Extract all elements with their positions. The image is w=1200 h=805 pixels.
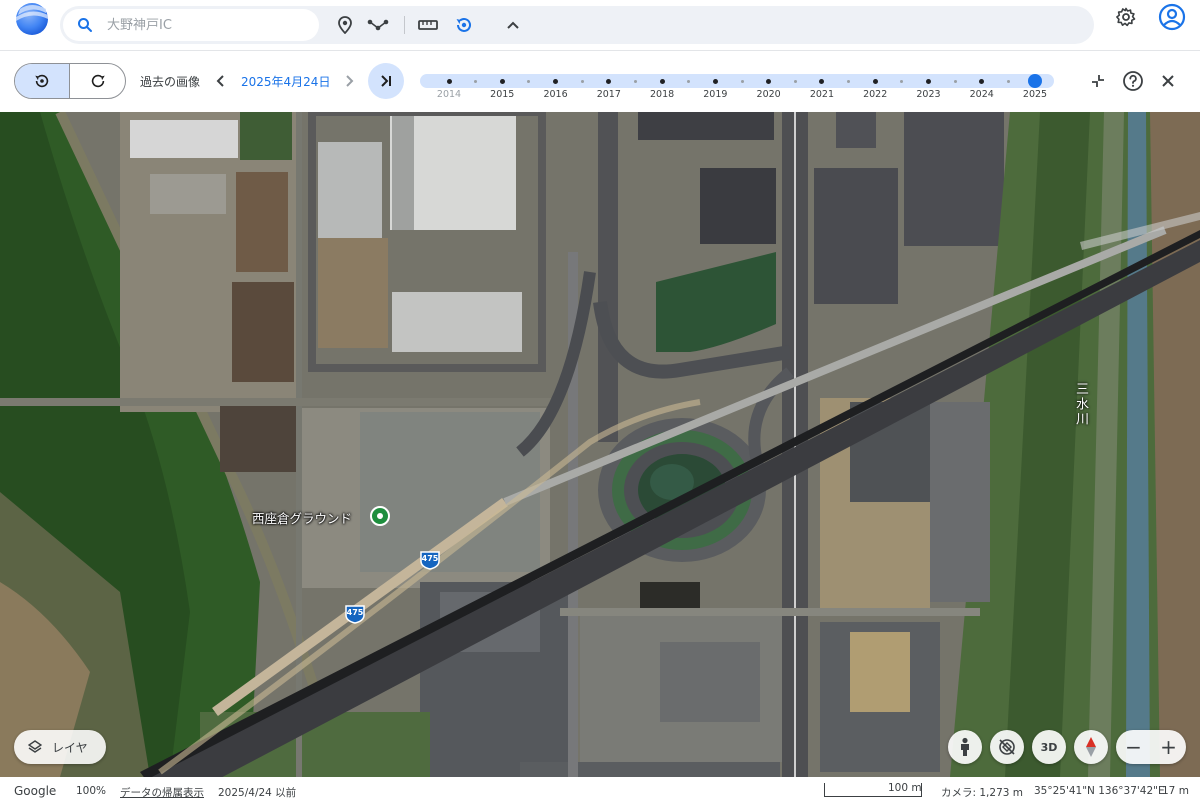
satellite-imagery <box>0 112 1200 777</box>
zoom-in-button[interactable]: + <box>1151 730 1186 764</box>
elevation: 17 m <box>1162 785 1189 797</box>
pin-icon[interactable] <box>333 14 357 36</box>
scale-label: 100 m <box>888 782 922 794</box>
history-label: 過去の画像 <box>140 75 201 89</box>
route-shield-475: 475 <box>419 550 441 570</box>
timeline-minor-tick[interactable] <box>793 79 797 83</box>
timeline-year-label[interactable]: 2018 <box>650 89 674 100</box>
camera-altitude: カメラ: 1,273 m <box>941 787 1024 799</box>
gear-icon[interactable] <box>1114 5 1138 29</box>
timeline-year-marker[interactable] <box>499 78 505 84</box>
timeline-year-label[interactable]: 2014 <box>437 89 461 100</box>
timeline-year-label[interactable]: 2021 <box>810 89 834 100</box>
layers-icon <box>28 740 42 753</box>
imagery-timeline[interactable]: 2014 2015 2016 2017 2018 2019 2020 2021 2022 2023… <box>420 71 1056 111</box>
timeline-year-label[interactable]: 2024 <box>970 89 994 100</box>
zoom-control: − + <box>1116 730 1186 764</box>
satellite-map-view[interactable]: 475 475 西座倉グラウンド 三水川 レイヤ 3D − + <box>0 112 1200 777</box>
timeline-year-marker[interactable] <box>446 78 452 84</box>
timeline-year-marker[interactable] <box>872 78 878 84</box>
account-icon[interactable] <box>1158 3 1186 31</box>
ruler-icon[interactable] <box>416 14 440 36</box>
rotate-mode-button[interactable] <box>70 64 125 98</box>
timeline-minor-tick[interactable] <box>847 79 851 83</box>
chevron-up-icon[interactable] <box>501 14 525 36</box>
compass-icon[interactable] <box>1074 730 1108 764</box>
jump-to-latest-button[interactable] <box>368 63 404 99</box>
next-date-button[interactable] <box>342 71 358 91</box>
status-bar: Google 100% データの帰属表示 2025/4/24 以前 100 m … <box>0 777 1200 805</box>
timeline-year-marker[interactable] <box>712 78 718 84</box>
place-pin-icon[interactable] <box>370 506 390 526</box>
skip-to-end-icon <box>381 75 391 87</box>
timeline-minor-tick[interactable] <box>633 79 637 83</box>
river-label: 三水川 <box>1073 382 1088 427</box>
chevron-right-icon <box>346 75 354 87</box>
timeline-year-marker[interactable] <box>659 78 665 84</box>
previous-date-button[interactable] <box>212 71 228 91</box>
timeline-year-label[interactable]: 2023 <box>916 89 940 100</box>
collapse-icon[interactable] <box>1088 71 1108 91</box>
zoom-out-button[interactable]: − <box>1116 730 1151 764</box>
street-view-pegman-icon[interactable] <box>948 730 982 764</box>
timeline-year-marker[interactable] <box>606 78 612 84</box>
timeline-minor-tick[interactable] <box>1006 79 1010 83</box>
timeline-year-label[interactable]: 2017 <box>597 89 621 100</box>
timeline-minor-tick[interactable] <box>953 79 957 83</box>
timeline-minor-tick[interactable] <box>580 79 584 83</box>
history-mode-toggle <box>14 63 126 99</box>
timeline-year-label[interactable]: 2015 <box>490 89 514 100</box>
route-icon[interactable] <box>366 14 390 36</box>
timeline-track[interactable] <box>420 74 1054 88</box>
timeline-selected-marker[interactable] <box>1028 74 1042 88</box>
timeline-minor-tick[interactable] <box>687 79 691 83</box>
selected-date[interactable]: 2025年4月24日 <box>241 73 330 90</box>
historical-imagery-bar: 過去の画像 2025年4月24日 2014 2015 2016 2017 2018 201… <box>0 50 1200 112</box>
close-icon[interactable] <box>1158 71 1178 91</box>
google-earth-logo-icon[interactable] <box>14 1 50 37</box>
imagery-date: 2025/4/24 以前 <box>218 787 297 799</box>
timeline-year-label[interactable]: 2020 <box>757 89 781 100</box>
search-input[interactable] <box>107 12 307 38</box>
chevron-left-icon <box>216 75 224 87</box>
attribution-link[interactable]: データの帰属表示 <box>120 785 204 800</box>
zoom-level: 100% <box>76 785 107 797</box>
history-icon[interactable] <box>452 14 476 36</box>
help-icon[interactable] <box>1122 70 1144 92</box>
timeline-minor-tick[interactable] <box>900 79 904 83</box>
search-icon <box>78 18 92 32</box>
google-brand: Google <box>14 784 57 798</box>
timeline-year-marker[interactable] <box>979 78 985 84</box>
timeline-minor-tick[interactable] <box>474 79 478 83</box>
timeline-year-label[interactable]: 2019 <box>703 89 727 100</box>
timeline-year-marker[interactable] <box>819 78 825 84</box>
timeline-year-label[interactable]: 2022 <box>863 89 887 100</box>
three-d-label: 3D <box>1040 740 1058 754</box>
timeline-year-marker[interactable] <box>925 78 931 84</box>
three-d-button[interactable]: 3D <box>1032 730 1066 764</box>
toolbar-pill <box>60 6 1094 44</box>
timeline-year-marker[interactable] <box>766 78 772 84</box>
timeline-year-marker[interactable] <box>553 78 559 84</box>
timeline-year-label[interactable]: 2025 <box>1023 89 1047 100</box>
timeline-year-label[interactable]: 2016 <box>543 89 567 100</box>
route-shield-475: 475 <box>344 604 366 624</box>
layers-button[interactable]: レイヤ <box>14 730 106 764</box>
reset-tilt-icon[interactable] <box>990 730 1024 764</box>
search-box[interactable] <box>63 9 319 41</box>
toolbar-divider <box>404 16 405 34</box>
top-bar <box>0 0 1200 50</box>
history-mode-button[interactable] <box>15 64 71 98</box>
coordinates: 35°25'41"N 136°37'42"E <box>1034 785 1165 797</box>
timeline-minor-tick[interactable] <box>740 79 744 83</box>
place-label[interactable]: 西座倉グラウンド <box>252 508 352 527</box>
layers-label: レイヤ <box>52 740 88 755</box>
